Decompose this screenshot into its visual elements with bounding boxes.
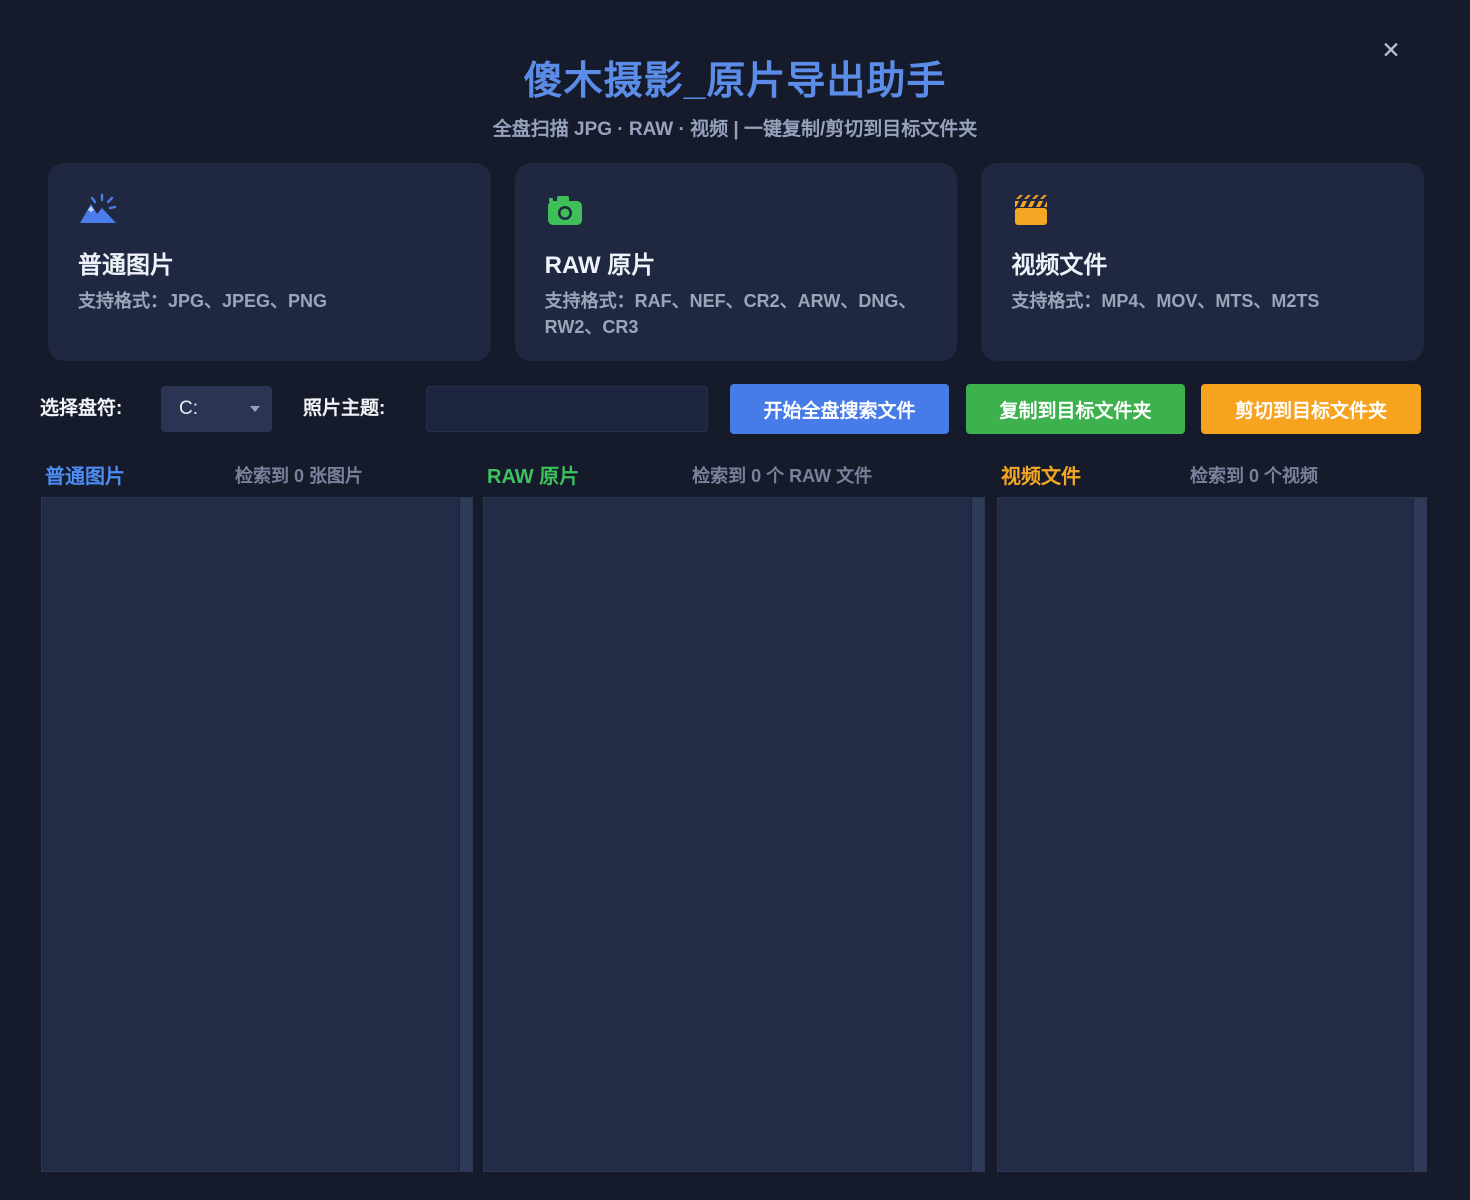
column-header: RAW 原片 检索到 0 个 RAW 文件 bbox=[483, 452, 985, 497]
column-title: 视频文件 bbox=[1001, 460, 1081, 489]
normal-images-list[interactable] bbox=[41, 497, 473, 1172]
chevron-down-icon bbox=[250, 406, 260, 412]
normal-images-card: 普通图片 支持格式：JPG、JPEG、PNG bbox=[48, 163, 491, 361]
app-subtitle: 全盘扫描 JPG · RAW · 视频 | 一键复制/剪切到目标文件夹 bbox=[0, 114, 1470, 141]
scrollbar[interactable] bbox=[459, 498, 472, 1171]
card-formats: 支持格式：JPG、JPEG、PNG bbox=[78, 288, 461, 314]
raw-files-list[interactable] bbox=[483, 497, 985, 1172]
raw-files-card: RAW 原片 支持格式：RAF、NEF、CR2、ARW、DNG、RW2、CR3 bbox=[515, 163, 958, 361]
clapperboard-icon bbox=[1011, 191, 1051, 231]
app-window: { "window": { "title": "傻木摄影_原片导出助手", "s… bbox=[0, 0, 1470, 1200]
format-cards: 普通图片 支持格式：JPG、JPEG、PNG RAW 原片 支持格式：RAF、N… bbox=[48, 163, 1424, 361]
video-files-column: 视频文件 检索到 0 个视频 bbox=[997, 452, 1427, 1172]
column-header: 视频文件 检索到 0 个视频 bbox=[997, 452, 1427, 497]
raw-files-column: RAW 原片 检索到 0 个 RAW 文件 bbox=[483, 452, 985, 1172]
column-count: 检索到 0 张图片 bbox=[125, 462, 473, 488]
column-count: 检索到 0 个视频 bbox=[1081, 462, 1427, 488]
drive-select-value: C: bbox=[179, 398, 198, 420]
column-title: 普通图片 bbox=[45, 460, 125, 489]
photo-topic-label: 照片主题: bbox=[303, 384, 385, 434]
scrollbar[interactable] bbox=[1413, 498, 1426, 1171]
photo-topic-input[interactable] bbox=[426, 386, 708, 432]
video-files-card: 视频文件 支持格式：MP4、MOV、MTS、M2TS bbox=[981, 163, 1424, 361]
column-count: 检索到 0 个 RAW 文件 bbox=[579, 462, 985, 488]
scrollbar[interactable] bbox=[971, 498, 984, 1171]
mountain-icon bbox=[78, 191, 118, 231]
card-formats: 支持格式：MP4、MOV、MTS、M2TS bbox=[1011, 288, 1394, 314]
card-title: RAW 原片 bbox=[545, 245, 928, 280]
drive-select[interactable]: C: bbox=[161, 386, 272, 432]
search-all-drives-button[interactable]: 开始全盘搜索文件 bbox=[730, 384, 949, 434]
app-title: 傻木摄影_原片导出助手 bbox=[0, 50, 1470, 106]
drive-select-label: 选择盘符: bbox=[40, 384, 122, 434]
copy-to-target-button[interactable]: 复制到目标文件夹 bbox=[966, 384, 1185, 434]
column-header: 普通图片 检索到 0 张图片 bbox=[41, 452, 473, 497]
cut-to-target-button[interactable]: 剪切到目标文件夹 bbox=[1201, 384, 1421, 434]
card-formats: 支持格式：RAF、NEF、CR2、ARW、DNG、RW2、CR3 bbox=[545, 288, 928, 340]
card-title: 普通图片 bbox=[78, 245, 461, 280]
video-files-list[interactable] bbox=[997, 497, 1427, 1172]
card-title: 视频文件 bbox=[1011, 245, 1394, 280]
normal-images-column: 普通图片 检索到 0 张图片 bbox=[41, 452, 473, 1172]
camera-icon bbox=[545, 191, 585, 231]
column-title: RAW 原片 bbox=[487, 460, 579, 489]
